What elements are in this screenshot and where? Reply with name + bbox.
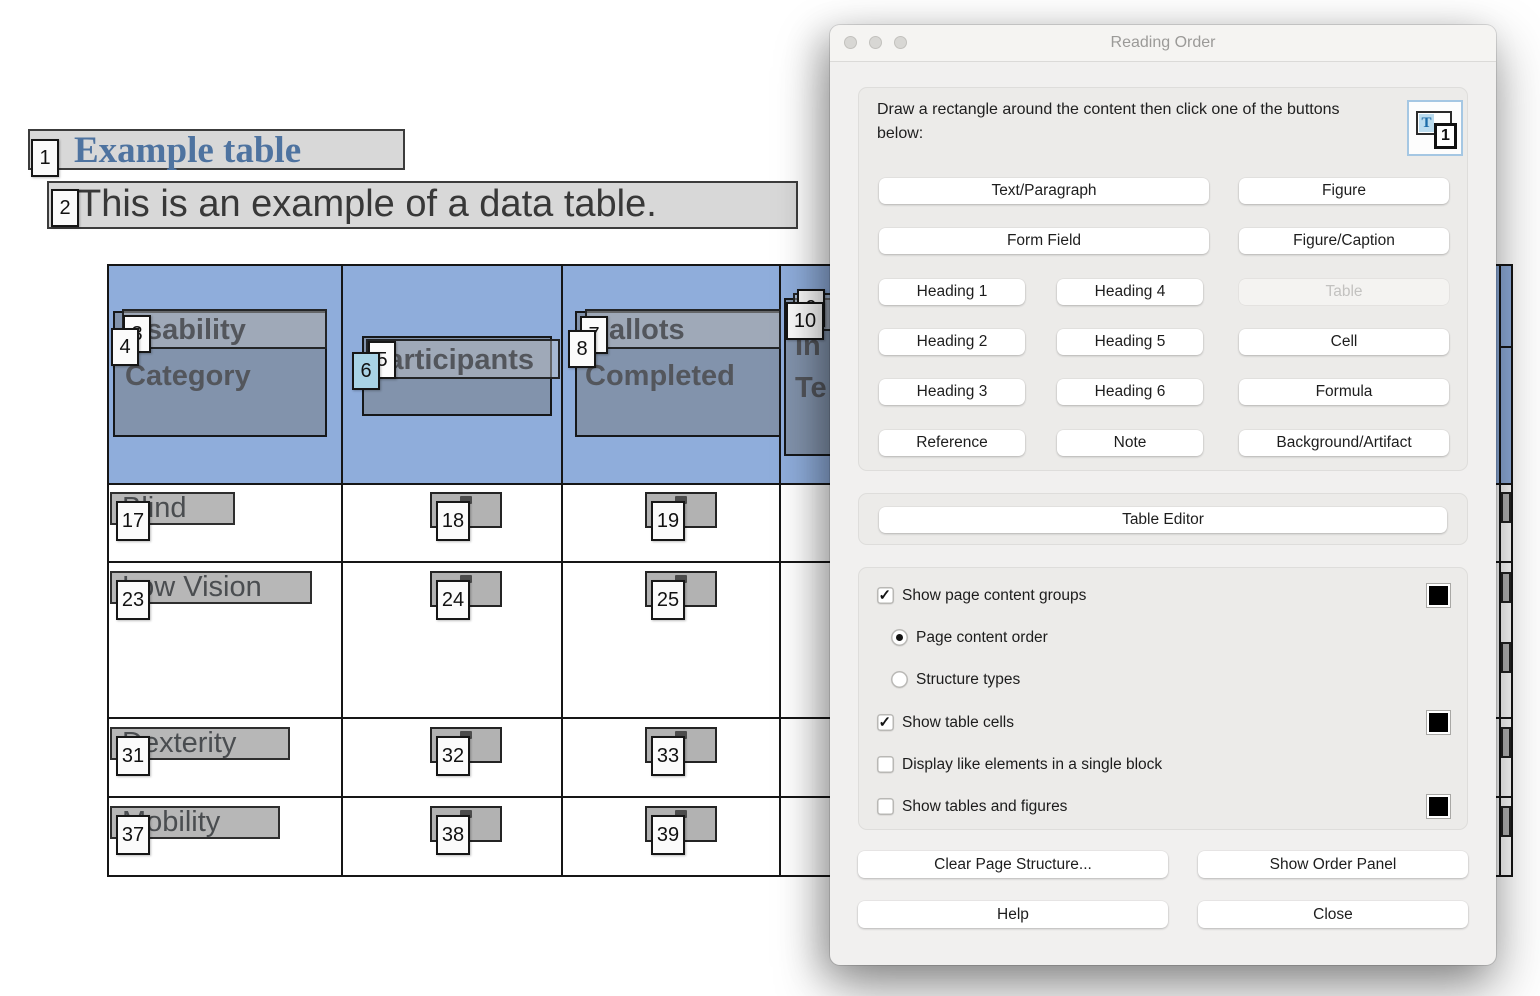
cell-button[interactable]: Cell xyxy=(1239,329,1449,355)
table-grid-line xyxy=(561,264,563,877)
heading-3-button[interactable]: Heading 3 xyxy=(879,379,1025,405)
order-tag[interactable]: 31 xyxy=(116,736,150,776)
instruction-text: Draw a rectangle around the content then… xyxy=(877,98,1347,146)
table-grid-line xyxy=(107,264,109,877)
heading-2-button[interactable]: Heading 2 xyxy=(879,329,1025,355)
show-table-cells-label: Show table cells xyxy=(902,714,1014,732)
order-tag[interactable]: 4 xyxy=(111,328,139,366)
structure-buttons-panel: Draw a rectangle around the content then… xyxy=(858,87,1468,471)
order-tag[interactable]: 24 xyxy=(436,580,470,620)
table-header-cell-text: Category xyxy=(125,360,251,393)
table-button: Table xyxy=(1239,279,1449,305)
show-page-content-groups-label: Show page content groups xyxy=(902,587,1086,605)
structure-types-label: Structure types xyxy=(916,671,1020,689)
options-panel: Show page content groups Page content or… xyxy=(858,567,1468,830)
table-header-cell-text: Te xyxy=(795,372,827,405)
table-cells-color-swatch[interactable] xyxy=(1427,711,1450,734)
heading-4-button[interactable]: Heading 4 xyxy=(1057,279,1203,305)
reading-order-tool-icon: T 1 xyxy=(1407,100,1463,156)
content-group-overlay xyxy=(1501,642,1511,673)
order-tag[interactable]: 19 xyxy=(651,501,685,541)
background-artifact-button[interactable]: Background/Artifact xyxy=(1239,430,1449,456)
order-tag[interactable]: 32 xyxy=(436,736,470,776)
content-group-overlay xyxy=(1501,492,1511,523)
show-order-panel-button[interactable]: Show Order Panel xyxy=(1198,851,1468,878)
order-tag[interactable]: 17 xyxy=(116,501,150,541)
table-grid-line xyxy=(341,264,343,877)
display-single-block-label: Display like elements in a single block xyxy=(902,756,1162,774)
display-single-block-checkbox[interactable] xyxy=(877,756,894,773)
form-field-button[interactable]: Form Field xyxy=(879,228,1209,254)
table-editor-panel: Table Editor xyxy=(858,493,1468,545)
content-groups-color-swatch[interactable] xyxy=(1427,584,1450,607)
formula-button[interactable]: Formula xyxy=(1239,379,1449,405)
note-button[interactable]: Note xyxy=(1057,430,1203,456)
table-grid-line xyxy=(1511,264,1513,877)
order-tag-heading[interactable]: 1 xyxy=(31,139,59,177)
heading-5-button[interactable]: Heading 5 xyxy=(1057,329,1203,355)
dialog-title: Reading Order xyxy=(830,34,1496,52)
table-header-cell-text: Completed xyxy=(585,360,735,393)
heading-1-button[interactable]: Heading 1 xyxy=(879,279,1025,305)
content-group-overlay xyxy=(1501,727,1511,758)
order-tag[interactable]: 8 xyxy=(568,330,596,368)
show-page-content-groups-checkbox[interactable] xyxy=(877,587,894,604)
close-button[interactable]: Close xyxy=(1198,901,1468,928)
order-tag-selected[interactable]: 6 xyxy=(352,352,380,390)
help-button[interactable]: Help xyxy=(858,901,1168,928)
order-tag[interactable]: 25 xyxy=(651,580,685,620)
show-tables-figures-checkbox[interactable] xyxy=(877,798,894,815)
text-paragraph-button[interactable]: Text/Paragraph xyxy=(879,178,1209,204)
heading-highlight-box: Example table xyxy=(28,129,405,170)
dialog-titlebar[interactable]: Reading Order xyxy=(830,25,1496,62)
paragraph-highlight-box: This is an example of a data table. xyxy=(47,181,798,229)
reading-order-dialog: Reading Order Draw a rectangle around th… xyxy=(830,25,1496,965)
heading-6-button[interactable]: Heading 6 xyxy=(1057,379,1203,405)
order-tag[interactable]: 33 xyxy=(651,736,685,776)
table-editor-button[interactable]: Table Editor xyxy=(879,507,1447,533)
number-one-glyph: 1 xyxy=(1434,123,1457,149)
content-group-overlay xyxy=(1501,572,1511,603)
tables-figures-color-swatch[interactable] xyxy=(1427,795,1450,818)
page-content-order-radio[interactable] xyxy=(891,629,908,646)
figure-caption-button[interactable]: Figure/Caption xyxy=(1239,228,1449,254)
table-grid-line xyxy=(1499,264,1501,877)
order-tag[interactable]: 18 xyxy=(436,501,470,541)
figure-button[interactable]: Figure xyxy=(1239,178,1449,204)
table-grid-line xyxy=(1499,346,1513,348)
order-tag[interactable]: 39 xyxy=(651,815,685,855)
order-tag[interactable]: 38 xyxy=(436,815,470,855)
reference-button[interactable]: Reference xyxy=(879,430,1025,456)
show-table-cells-checkbox[interactable] xyxy=(877,714,894,731)
order-tag-paragraph[interactable]: 2 xyxy=(51,189,79,227)
clear-page-structure-button[interactable]: Clear Page Structure... xyxy=(858,851,1168,878)
screen: Example table 1 This is an example of a … xyxy=(0,0,1540,996)
table-grid-line xyxy=(779,264,781,877)
document-heading: Example table xyxy=(74,129,301,172)
order-tag[interactable]: 23 xyxy=(116,580,150,620)
structure-types-radio[interactable] xyxy=(891,671,908,688)
order-tag[interactable]: 10 xyxy=(786,302,824,340)
order-tag[interactable]: 37 xyxy=(116,815,150,855)
content-group-overlay xyxy=(1501,806,1511,837)
document-paragraph: This is an example of a data table. xyxy=(78,183,657,226)
show-tables-figures-label: Show tables and figures xyxy=(902,798,1067,816)
page-content-order-label: Page content order xyxy=(916,629,1048,647)
letter-t-glyph: T xyxy=(1419,114,1434,132)
